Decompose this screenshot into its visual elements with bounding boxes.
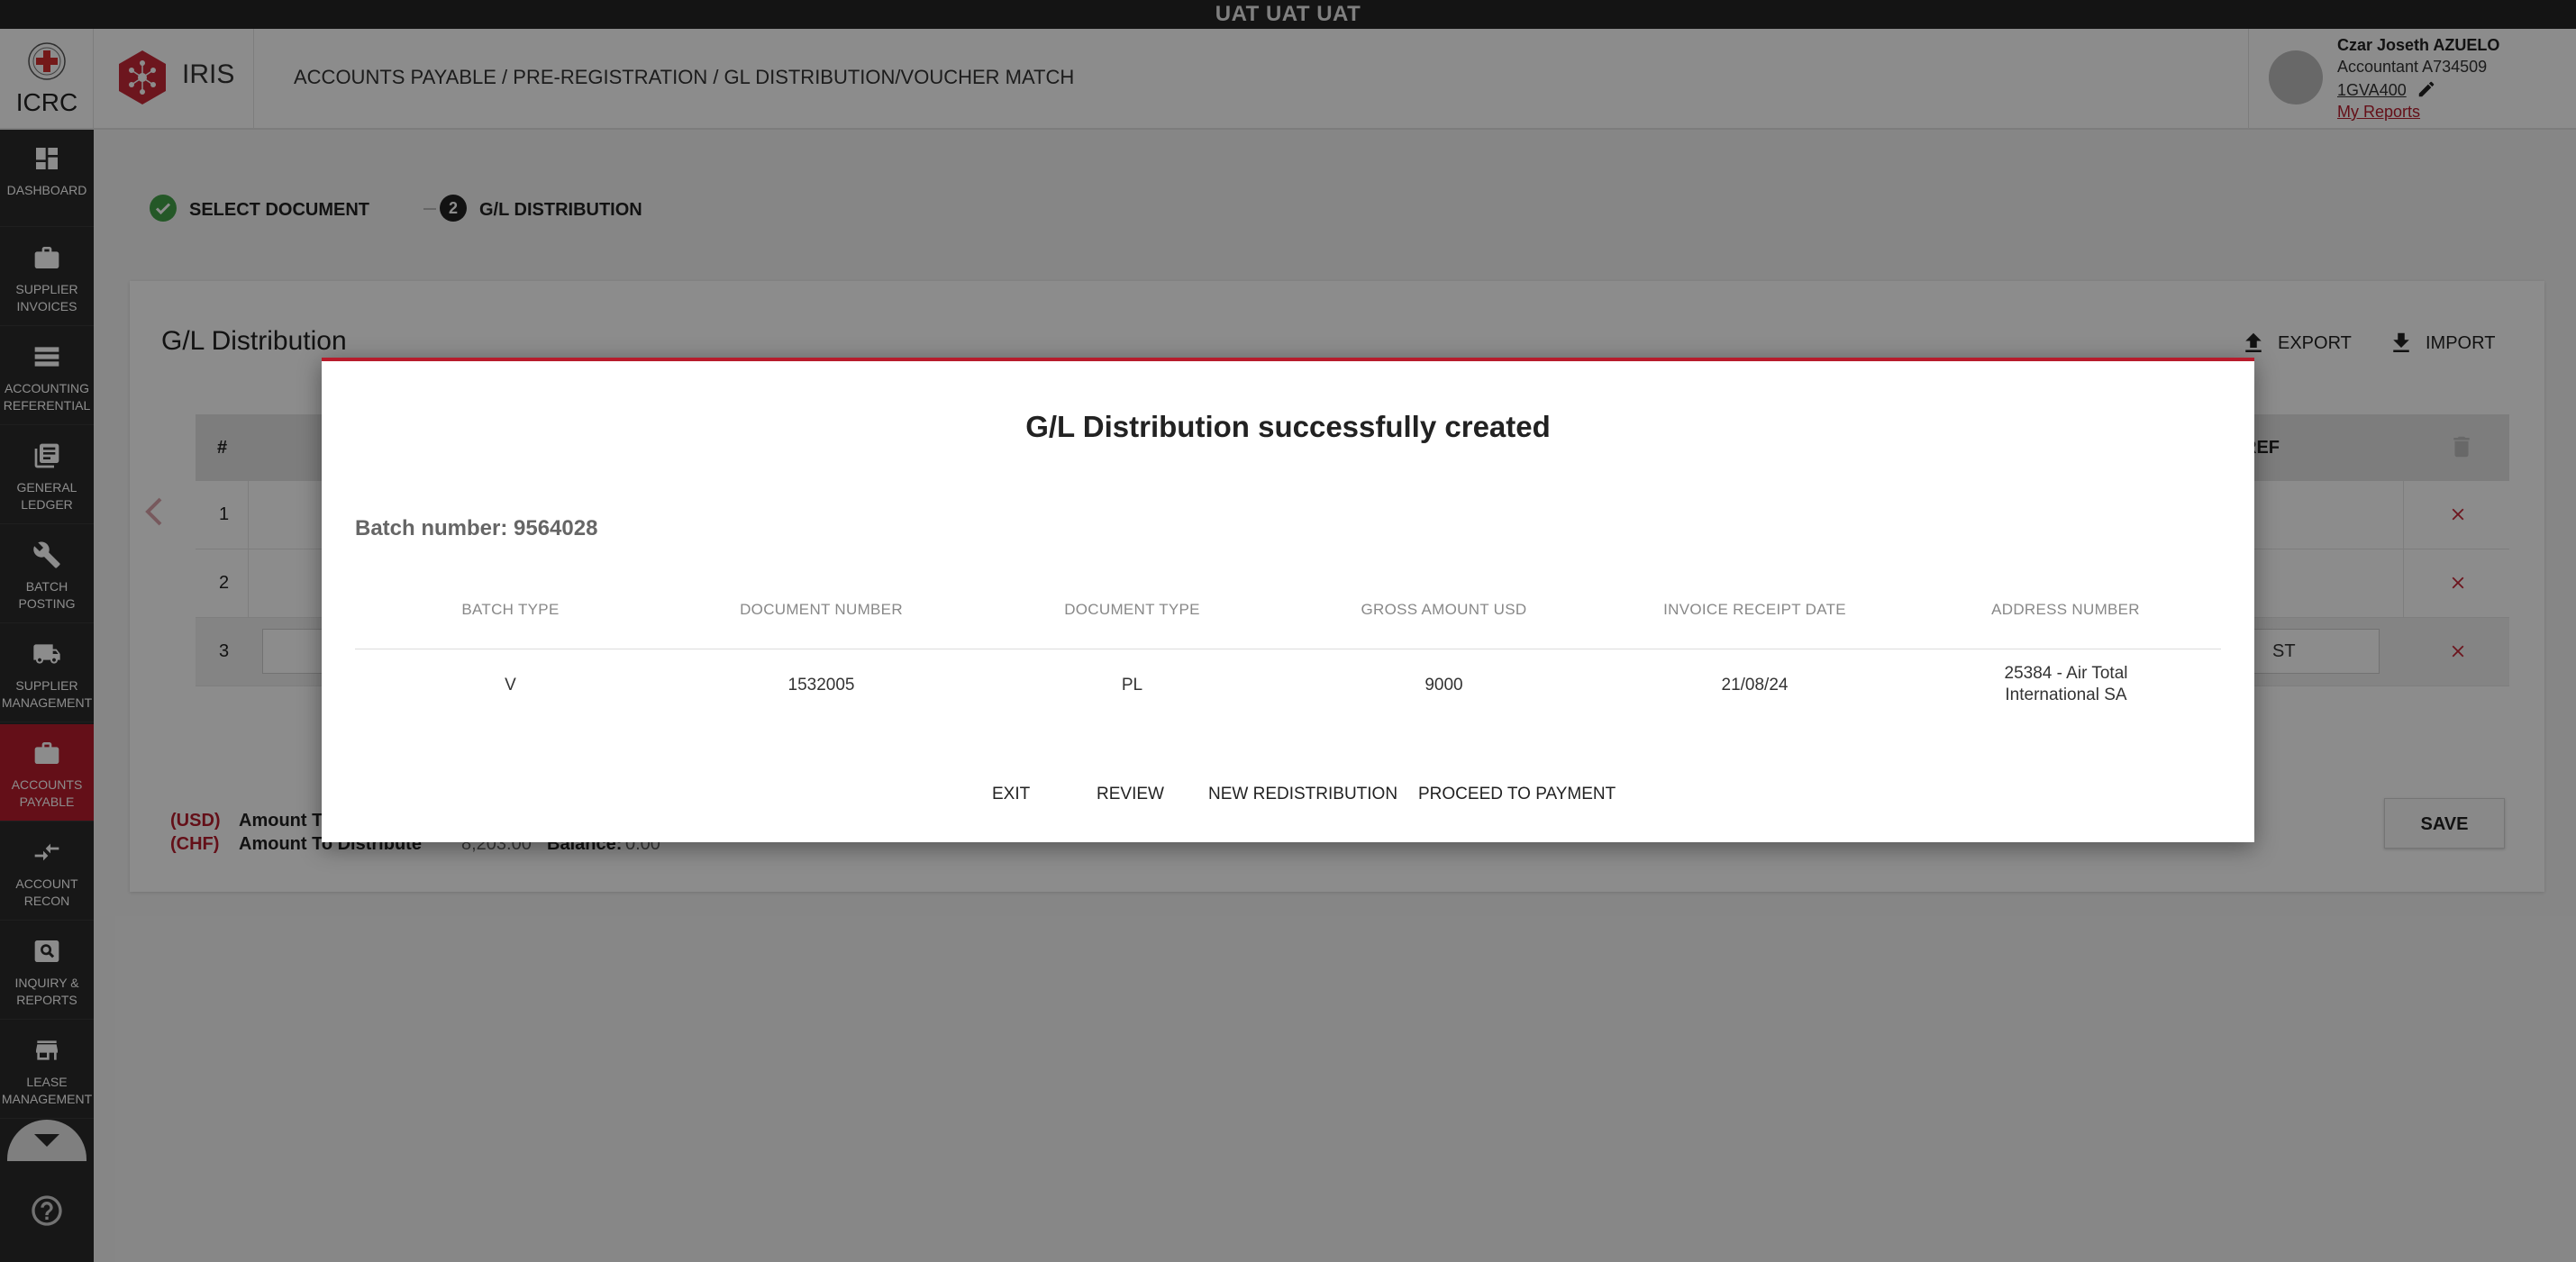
cell-gross-amount: 9000 [1425, 676, 1463, 695]
column-header: GROSS AMOUNT USD [1361, 601, 1527, 618]
exit-button[interactable]: EXIT [992, 785, 1030, 804]
review-button[interactable]: REVIEW [1097, 785, 1164, 804]
column-header: ADDRESS NUMBER [1991, 601, 2140, 618]
column-header: DOCUMENT NUMBER [740, 601, 903, 618]
proceed-to-payment-button[interactable]: PROCEED TO PAYMENT [1418, 785, 1616, 804]
batch-number: Batch number: 9564028 [355, 516, 598, 540]
column-header: BATCH TYPE [461, 601, 560, 618]
table-row: V 1532005 PL 9000 21/08/24 25384 - Air T… [355, 650, 2221, 724]
cell-document-number: 1532005 [787, 676, 855, 695]
success-dialog: G/L Distribution successfully created Ba… [322, 358, 2254, 842]
new-redistribution-button[interactable]: NEW REDISTRIBUTION [1208, 785, 1397, 804]
column-header: INVOICE RECEIPT DATE [1663, 601, 1846, 618]
dialog-title: G/L Distribution successfully created [1025, 410, 1551, 443]
cell-batch-type: V [505, 676, 516, 695]
cell-invoice-receipt-date: 21/08/24 [1721, 676, 1789, 695]
column-header: DOCUMENT TYPE [1064, 601, 1200, 618]
cell-address-number: 25384 - Air Total International SA [2004, 664, 2128, 704]
cell-document-type: PL [1121, 676, 1143, 695]
table-header-row: BATCH TYPE DOCUMENT NUMBER DOCUMENT TYPE… [355, 583, 2221, 649]
